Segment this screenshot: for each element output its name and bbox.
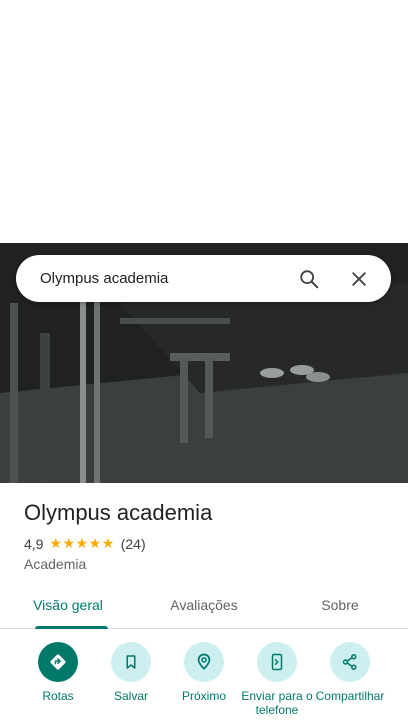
send-to-phone-button-circle: [257, 642, 297, 682]
search-bar[interactable]: Olympus academia: [16, 255, 391, 302]
send-to-phone-icon: [271, 653, 283, 671]
action-buttons: Rotas Salvar Próximo Enviar para o telef…: [0, 642, 408, 726]
place-title: Olympus academia: [24, 500, 213, 525]
directions-icon: [50, 654, 66, 670]
share-button-circle: [330, 642, 370, 682]
nearby-button-circle: [184, 642, 224, 682]
tab-label: Avaliações: [170, 597, 238, 613]
send-to-phone-label: Enviar para o telefone: [241, 689, 313, 717]
tab-label: Visão geral: [33, 597, 103, 613]
tab-reviews[interactable]: Avaliações: [136, 587, 272, 628]
directions-button[interactable]: Rotas: [18, 642, 98, 703]
share-icon: [342, 654, 357, 670]
bookmark-icon: [126, 655, 136, 669]
search-icon: [300, 269, 319, 288]
tab-label: Sobre: [321, 597, 359, 613]
tab-bar: Visão geral Avaliações Sobre: [0, 587, 408, 629]
close-icon: [352, 271, 366, 286]
search-button[interactable]: [291, 261, 327, 297]
nearby-label: Próximo: [181, 689, 226, 703]
rating-stars: ★★★★★: [49, 535, 115, 551]
save-label: Salvar: [113, 689, 148, 703]
place-category: Academia: [24, 556, 87, 572]
rating-row[interactable]: 4,9 ★★★★★ (24): [24, 535, 146, 552]
share-label: Compartilhar: [315, 689, 385, 703]
save-button[interactable]: Salvar: [91, 642, 171, 703]
nearby-icon: [197, 653, 211, 670]
review-count: (24): [120, 535, 146, 552]
search-input[interactable]: Olympus academia: [40, 270, 291, 287]
directions-button-circle: [38, 642, 78, 682]
send-to-phone-button[interactable]: Enviar para o telefone: [237, 642, 317, 717]
directions-label: Rotas: [42, 689, 74, 703]
rating-value: 4,9: [24, 535, 44, 552]
save-button-circle: [111, 642, 151, 682]
nearby-button[interactable]: Próximo: [164, 642, 244, 703]
tab-overview[interactable]: Visão geral: [0, 587, 136, 629]
active-tab-indicator: [35, 626, 108, 629]
share-button[interactable]: Compartilhar: [310, 642, 390, 703]
tab-about[interactable]: Sobre: [272, 587, 408, 628]
clear-button[interactable]: [341, 261, 377, 297]
